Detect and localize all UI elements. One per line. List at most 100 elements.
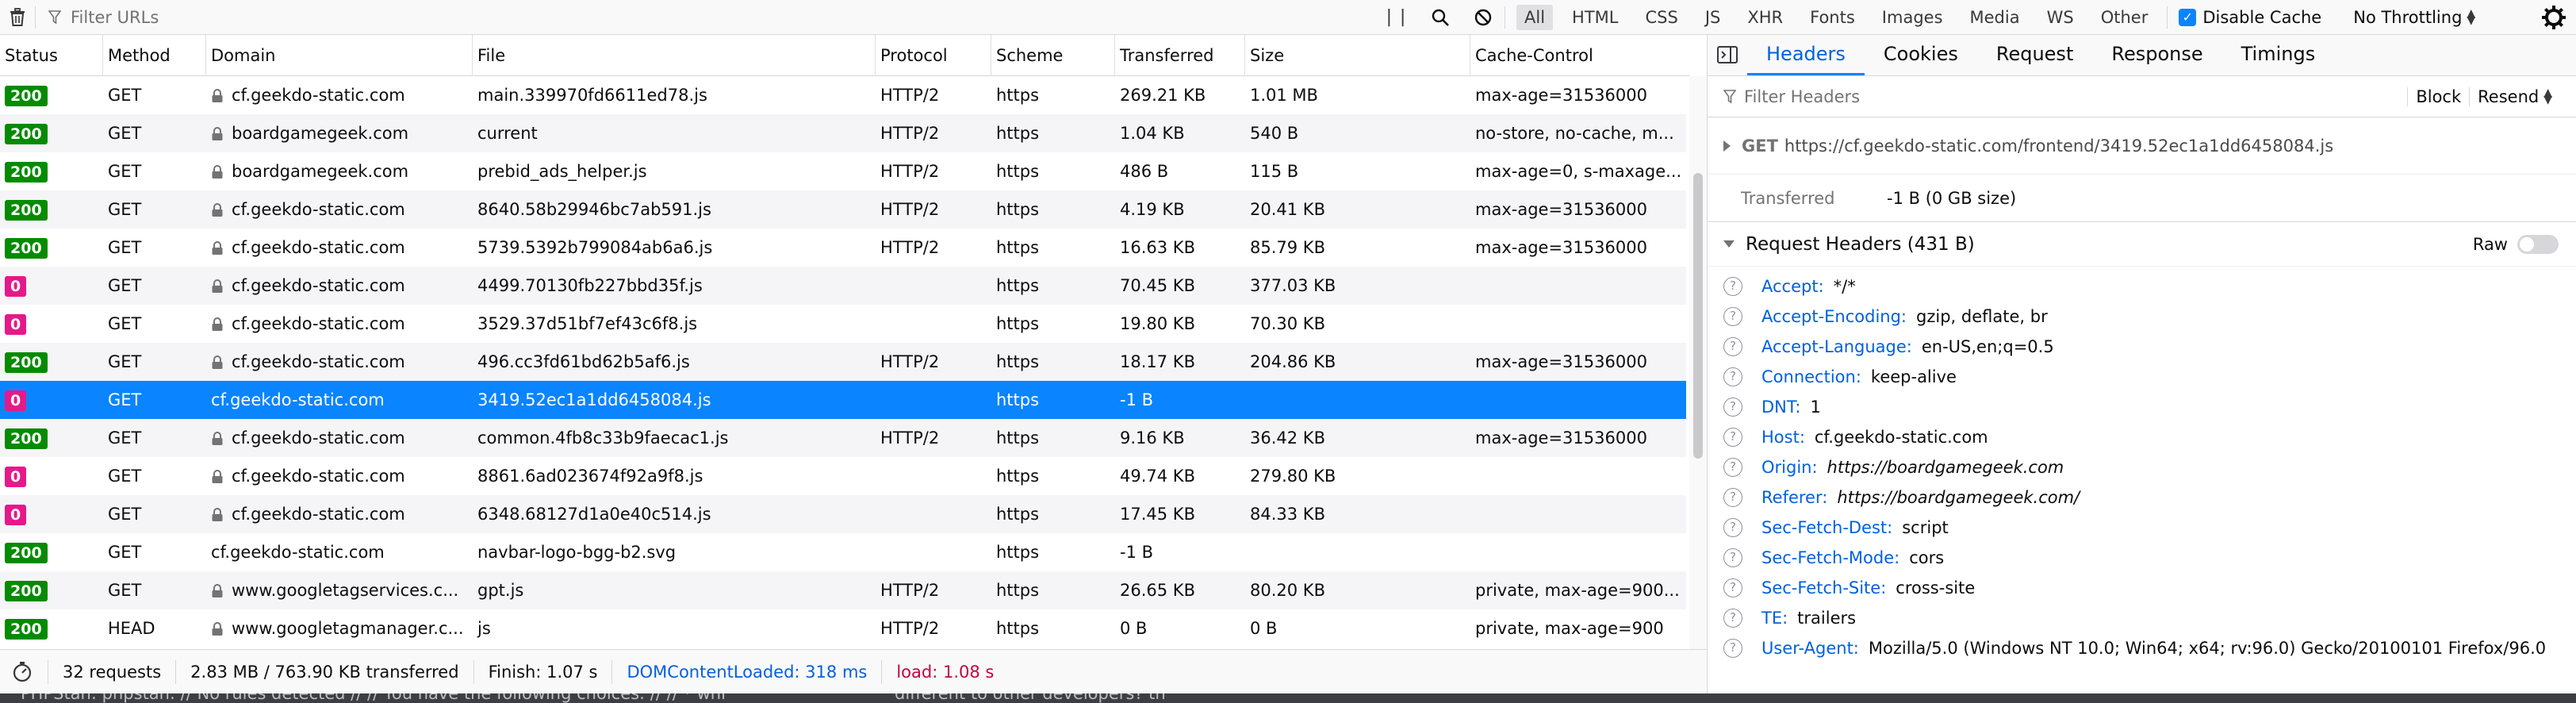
header-row[interactable]: ? TE: trailers [1708,603,2576,633]
filter-urls-input[interactable] [71,7,1181,27]
help-icon[interactable]: ? [1723,337,1742,356]
tab-request[interactable]: Request [1977,34,2093,75]
pause-button[interactable]: || [1376,0,1419,35]
cell-transferred: 70.45 KB [1120,276,1195,295]
header-row[interactable]: ? Accept-Language: en-US,en;q=0.5 [1708,332,2576,362]
throttling-select[interactable]: No Throttling ▲ ▼ [2353,8,2475,27]
column-domain[interactable]: Domain [206,35,473,76]
header-row[interactable]: ? Accept: */* [1708,271,2576,302]
cell-size: 115 B [1250,162,1299,181]
filter-html-button[interactable]: HTML [1564,5,1626,30]
column-transferred[interactable]: Transferred [1115,35,1245,76]
filter-fonts-button[interactable]: Fonts [1802,5,1863,30]
help-icon[interactable]: ? [1723,488,1742,507]
help-icon[interactable]: ? [1723,609,1742,628]
header-row[interactable]: ? Referer: https://boardgamegeek.com/ [1708,482,2576,513]
column-protocol[interactable]: Protocol [876,35,991,76]
help-icon[interactable]: ? [1723,639,1742,658]
help-icon[interactable]: ? [1723,578,1742,597]
table-row[interactable]: 200 GET cf.geekdo-static.com common.4fb8c33… [0,419,1686,457]
cell-size: 540 B [1250,124,1299,143]
block-button[interactable]: Block [2407,87,2469,106]
cell-domain: cf.geekdo-static.com [206,305,473,343]
header-name: TE: [1761,609,1788,628]
help-icon[interactable]: ? [1723,458,1742,477]
disable-cache-checkbox[interactable]: ✓ Disable Cache [2179,8,2321,27]
column-scheme[interactable]: Scheme [991,35,1115,76]
tab-headers[interactable]: Headers [1747,34,1865,75]
cell-file: 3529.37d51bf7ef43c6f8.js [477,314,698,333]
header-row[interactable]: ? Sec-Fetch-Mode: cors [1708,543,2576,573]
request-url-summary[interactable]: GET https://cf.geekdo-static.com/fronten… [1708,117,2576,175]
column-cache-control[interactable]: Cache-Control [1470,35,1689,76]
settings-button[interactable] [2540,3,2568,32]
clear-requests-button[interactable] [0,0,35,35]
search-button[interactable] [1419,0,1462,35]
header-row[interactable]: ? Host: cf.geekdo-static.com [1708,422,2576,452]
filter-css-button[interactable]: CSS [1637,5,1685,30]
table-row[interactable]: 200 GET www.googletagservices.c... gpt.js HT… [0,571,1686,609]
table-scrollbar[interactable] [1689,76,1707,649]
filter-headers-input[interactable] [1744,86,2299,106]
filter-ws-button[interactable]: WS [2039,5,2082,30]
table-row[interactable]: 200 GET boardgamegeek.com current HTTP/2 http… [0,114,1686,152]
raw-toggle[interactable]: Raw [2473,222,2559,267]
header-row[interactable]: ? Accept-Encoding: gzip, deflate, br [1708,302,2576,332]
table-row[interactable]: 200 GET cf.geekdo-static.com 496.cc3fd61bd6… [0,343,1686,381]
header-row[interactable]: ? Sec-Fetch-Dest: script [1708,513,2576,543]
table-row[interactable]: 0 GET cf.geekdo-static.com 4499.70130fb227b… [0,267,1686,305]
tab-cookies[interactable]: Cookies [1865,34,1977,75]
column-size[interactable]: Size [1245,35,1470,76]
performance-button[interactable] [0,659,48,684]
table-row[interactable]: 0 GET cf.geekdo-static.com 3419.52ec1a1dd64… [0,381,1686,419]
header-row[interactable]: ? DNT: 1 [1708,392,2576,422]
help-icon[interactable]: ? [1723,548,1742,567]
table-row[interactable]: 0 GET cf.geekdo-static.com 3529.37d51bf7ef4… [0,305,1686,343]
table-row[interactable]: 200 GET cf.geekdo-static.com navbar-logo-bg… [0,533,1686,571]
column-file[interactable]: File [473,35,876,76]
header-row[interactable]: ? Connection: keep-alive [1708,362,2576,392]
resend-button[interactable]: Resend ▲ ▼ [2469,87,2560,106]
help-icon[interactable]: ? [1723,277,1742,296]
help-icon[interactable]: ? [1723,398,1742,417]
cell-protocol [876,495,991,533]
header-row[interactable]: ? User-Agent: Mozilla/5.0 (Windows NT 10.0… [1708,633,2576,663]
cell-protocol: HTTP/2 [880,162,940,181]
status-badge: 0 [5,276,27,297]
table-row[interactable]: 200 GET boardgamegeek.com prebid_ads_helper… [0,152,1686,190]
scrollbar-thumb[interactable] [1693,173,1703,459]
toggle-panel-button[interactable] [1708,34,1747,75]
table-row[interactable]: 200 HEAD www.googletagmanager.c... js HTTP/2… [0,609,1686,647]
select-arrows-icon: ▲ ▼ [2467,6,2476,27]
cell-file: js [477,619,491,638]
help-icon[interactable]: ? [1723,518,1742,537]
request-headers-section[interactable]: Request Headers (431 B) Raw [1708,222,2576,267]
table-row[interactable]: 200 GET cf.geekdo-static.com 8640.58b29946b… [0,190,1686,229]
table-row[interactable]: 200 GET cf.geekdo-static.com 5739.5392b7990… [0,229,1686,267]
filter-other-button[interactable]: Other [2093,5,2156,30]
cell-domain: cf.geekdo-static.com [206,267,473,305]
help-icon[interactable]: ? [1723,307,1742,326]
filter-media-button[interactable]: Media [1962,5,2028,30]
filter-js-button[interactable]: JS [1697,5,1729,30]
header-row[interactable]: ? Sec-Fetch-Site: cross-site [1708,573,2576,603]
tab-timings[interactable]: Timings [2222,34,2335,75]
table-row[interactable]: 200 GET cf.geekdo-static.com main.339970fd6… [0,76,1686,114]
column-status[interactable]: Status [0,35,103,76]
help-icon[interactable]: ? [1723,428,1742,447]
table-header: Status Method Domain File Protocol Schem… [0,35,1689,76]
raw-switch[interactable] [2517,235,2559,254]
column-method[interactable]: Method [103,35,206,76]
tab-response[interactable]: Response [2092,34,2221,75]
cell-file: 4499.70130fb227bbd35f.js [477,276,703,295]
cell-status: 200 [0,533,103,571]
filter-xhr-button[interactable]: XHR [1739,5,1791,30]
help-icon[interactable]: ? [1723,367,1742,386]
filter-images-button[interactable]: Images [1874,5,1951,30]
block-requests-button[interactable] [1462,0,1505,35]
filter-all-button[interactable]: All [1516,4,1554,30]
table-row[interactable]: 0 GET cf.geekdo-static.com 8861.6ad023674f9… [0,457,1686,495]
header-row[interactable]: ? Origin: https://boardgamegeek.com [1708,452,2576,482]
cell-file: 8861.6ad023674f92a9f8.js [477,467,703,486]
table-row[interactable]: 0 GET cf.geekdo-static.com 6348.68127d1a0e4… [0,495,1686,533]
